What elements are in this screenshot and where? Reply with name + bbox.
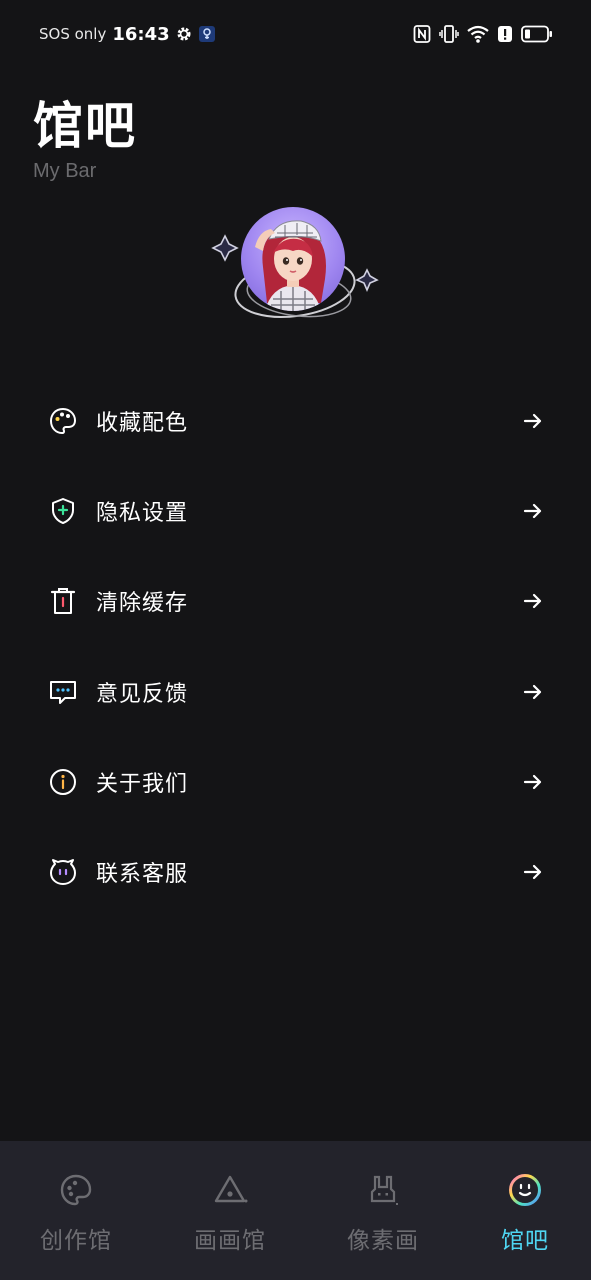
menu-item-favorite-colors[interactable]: 收藏配色 [0,376,591,466]
menu-item-label: 收藏配色 [96,411,189,437]
status-bar: SOS only 16:43 [0,0,591,66]
chat-bubble-icon [48,677,78,707]
menu-item-contact-support[interactable]: 联系客服 [0,827,591,917]
tab-label: 画画馆 [194,1228,266,1254]
settings-menu: 收藏配色 隐私设置 清除缓存 意见反馈 关于我们 联系客服 [0,376,591,917]
clock-time: 16:43 [112,23,170,45]
bottom-nav: 创作馆 画画馆 像素画 馆吧 [0,1141,591,1280]
tab-drawing-hall[interactable]: 画画馆 [156,1141,304,1280]
location-badge-icon [198,25,216,43]
screen: SOS only 16:43 馆吧 My Bar 收藏配色 隐私设置 清除缓存 … [0,0,591,1280]
status-left: SOS only 16:43 [39,22,216,46]
menu-item-label: 关于我们 [96,771,189,797]
menu-item-label: 清除缓存 [96,591,189,617]
arrow-right-icon [522,681,544,703]
gear-icon [176,26,192,42]
page-title: 馆吧 [33,97,137,155]
carrier-text: SOS only [39,25,107,43]
wifi-icon [467,24,489,44]
palette-icon [58,1172,94,1208]
arrow-right-icon [522,771,544,793]
customer-service-icon [48,857,78,887]
page-subtitle: My Bar [33,160,97,182]
menu-item-label: 隐私设置 [96,501,189,527]
menu-item-label: 联系客服 [96,862,189,888]
arrow-right-icon [522,410,544,432]
menu-item-about-us[interactable]: 关于我们 [0,737,591,827]
avatar-girl-illustration [255,220,326,311]
vibrate-icon [439,24,459,44]
menu-item-privacy-settings[interactable]: 隐私设置 [0,466,591,556]
tab-label: 馆吧 [501,1228,549,1254]
alert-icon [497,25,513,43]
palette-icon [48,406,78,436]
arrow-right-icon [522,500,544,522]
arrow-right-icon [522,861,544,883]
menu-item-label: 意见反馈 [96,681,189,707]
avatar-area[interactable] [207,200,383,330]
info-icon [48,767,78,797]
tab-pixel-art[interactable]: 像素画 [309,1141,457,1280]
arrow-right-icon [522,590,544,612]
menu-item-clear-cache[interactable]: 清除缓存 [0,556,591,646]
trash-icon [48,586,78,616]
pixel-bunny-icon [365,1172,401,1208]
avatar[interactable] [241,207,345,311]
tab-label: 创作馆 [40,1228,112,1254]
tab-creation-hall[interactable]: 创作馆 [2,1141,150,1280]
shield-plus-icon [48,496,78,526]
menu-item-feedback[interactable]: 意见反馈 [0,647,591,737]
tab-my-bar[interactable]: 馆吧 [451,1141,591,1280]
nfc-icon [413,24,431,44]
tab-label: 像素画 [347,1228,419,1254]
smiley-icon [507,1172,543,1208]
triangle-eye-icon [212,1172,248,1208]
battery-icon [521,25,553,43]
status-right [413,22,553,46]
